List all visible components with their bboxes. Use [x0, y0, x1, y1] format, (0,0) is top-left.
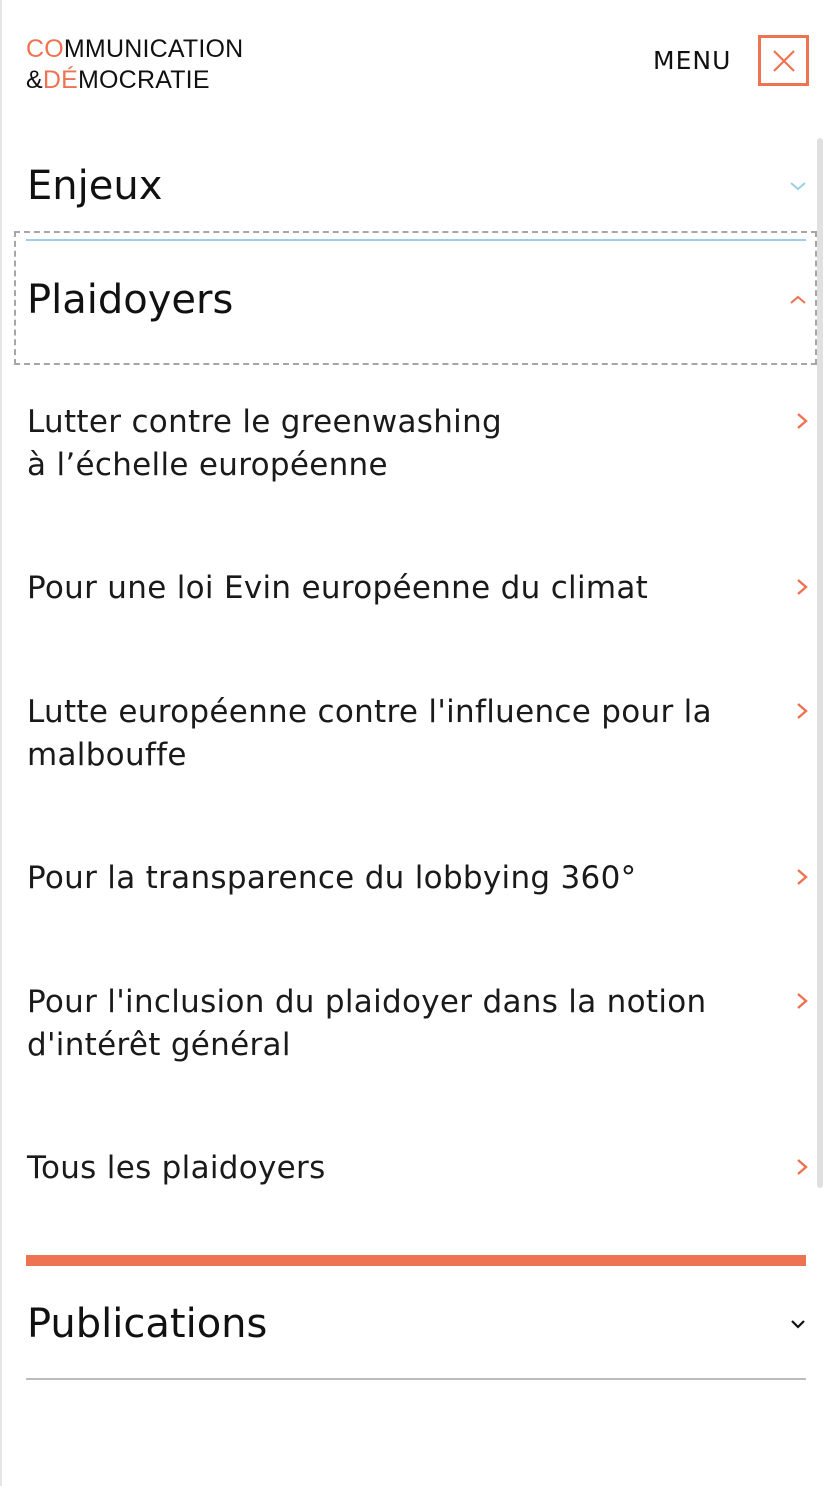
logo[interactable]: COMMUNICATION &DÉMOCRATIE	[26, 34, 243, 96]
chevron-right-icon	[797, 579, 808, 595]
chevron-right-icon	[797, 703, 808, 719]
submenu-item-tous[interactable]: Tous les plaidoyers	[27, 1147, 809, 1190]
publications-divider	[26, 1378, 806, 1380]
close-menu-button[interactable]	[758, 35, 809, 86]
chevron-right-icon	[797, 413, 808, 429]
scrollbar[interactable]	[817, 138, 823, 1188]
chevron-down-icon	[790, 182, 806, 191]
submenu-item-interet-general[interactable]: Pour l'inclusion du plaidoyer dans la no…	[27, 981, 809, 1067]
submenu-item-lobbying[interactable]: Pour la transparence du lobbying 360°	[27, 857, 809, 900]
close-icon	[772, 49, 795, 72]
submenu-item-label: Pour une loi Evin européenne du climat	[27, 570, 649, 606]
submenu-item-loi-evin[interactable]: Pour une loi Evin européenne du climat	[27, 567, 809, 610]
chevron-up-icon	[790, 295, 806, 304]
header: COMMUNICATION &DÉMOCRATIE MENU	[0, 0, 832, 120]
section-title: Enjeux	[27, 163, 163, 209]
section-enjeux[interactable]: Enjeux	[27, 158, 807, 214]
page-frame	[0, 0, 2, 1486]
logo-line-1: COMMUNICATION	[26, 35, 244, 63]
submenu-item-greenwashing[interactable]: Lutter contre le greenwashing à l’échell…	[27, 401, 809, 487]
chevron-right-icon	[797, 1159, 808, 1175]
section-publications[interactable]: Publications	[27, 1296, 807, 1352]
submenu-item-label: Tous les plaidoyers	[27, 1150, 326, 1186]
submenu-item-label: Pour la transparence du lobbying 360°	[27, 860, 637, 896]
section-plaidoyers[interactable]: Plaidoyers	[27, 272, 807, 328]
chevron-down-icon	[791, 1320, 805, 1329]
submenu-item-malbouffe[interactable]: Lutte européenne contre l'influence pour…	[27, 691, 809, 777]
chevron-right-icon	[797, 869, 808, 885]
menu-label: MENU	[653, 46, 732, 75]
submenu-item-label: Pour l'inclusion du plaidoyer dans la no…	[27, 984, 707, 1063]
section-title: Plaidoyers	[27, 277, 234, 323]
submenu-item-label: Lutter contre le greenwashing à l’échell…	[27, 404, 503, 483]
section-title: Publications	[27, 1301, 268, 1347]
chevron-right-icon	[797, 993, 808, 1009]
logo-line-2: &DÉMOCRATIE	[26, 66, 210, 94]
submenu-item-label: Lutte européenne contre l'influence pour…	[27, 694, 712, 773]
plaidoyers-bottom-bar	[26, 1255, 806, 1266]
